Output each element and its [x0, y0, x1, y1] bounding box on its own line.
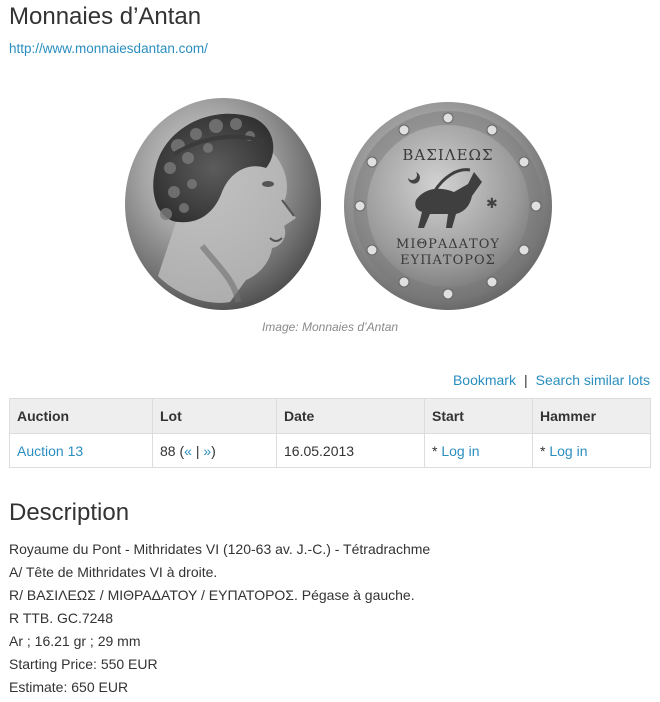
hammer-cell: * Log in [532, 433, 651, 468]
hammer-prefix: * [540, 442, 550, 459]
date-cell: 16.05.2013 [276, 433, 425, 468]
image-caption: Image: Monnaies d’Antan [261, 320, 399, 334]
lot-number: 88 [160, 442, 176, 459]
lot-cell: 88 (« | ») [152, 433, 277, 468]
coin-obverse [125, 98, 321, 310]
bookmark-link[interactable]: Bookmark [453, 372, 516, 388]
search-similar-link[interactable]: Search similar lots [536, 372, 650, 388]
page-title: Monnaies d’Antan [9, 3, 202, 30]
table-header-row: Auction Lot Date Start Hammer [9, 398, 651, 434]
start-prefix: * [432, 442, 442, 459]
description-line: Ar ; 16.21 gr ; 29 mm [9, 633, 141, 649]
lot-table: Auction Lot Date Start Hammer Auction 13… [9, 398, 651, 468]
description-line: Starting Price: 550 EUR [9, 656, 158, 672]
description-heading: Description [9, 499, 130, 526]
col-lot: Lot [152, 398, 277, 434]
description-line: Royaume du Pont - Mithridates VI (120-63… [9, 541, 431, 557]
lot-nav-separator: | [195, 442, 200, 459]
table-row: Auction 13 88 (« | ») 16.05.2013 * Log i… [9, 433, 651, 468]
description-line: R TTB. GC.7248 [9, 610, 114, 626]
hammer-login-link[interactable]: Log in [549, 443, 587, 459]
website-link[interactable]: http://www.monnaiesdantan.com/ [9, 40, 208, 58]
action-separator: | [523, 372, 528, 388]
start-cell: * Log in [424, 433, 533, 468]
lot-page: Monnaies d’Antan http://www.monnaiesdant… [0, 0, 660, 702]
lot-actions: Bookmark | Search similar lots [453, 371, 650, 389]
svg-text:✱: ✱ [486, 196, 498, 212]
auction-link[interactable]: Auction 13 [17, 443, 83, 459]
col-hammer: Hammer [532, 398, 651, 434]
coin-reverse: ✱ ΒΑΣΙΛΕΩΣ ΜΙΘΡΑΔΑΤΟΥ ΕΥΠΑΤΟΡΟΣ [344, 102, 552, 310]
description-line: R/ ΒΑΣΙΛΕΩΣ / ΜΙΘΡΑΔΑΤΟΥ / ΕΥΠΑΤΟΡΟΣ. Pé… [9, 587, 415, 603]
description-line: Estimate: 650 EUR [9, 679, 129, 695]
reverse-legend-mid: ΜΙΘΡΑΔΑΤΟΥ [396, 237, 500, 252]
next-lot-link[interactable]: » [203, 443, 211, 459]
description-body: Royaume du Pont - Mithridates VI (120-63… [9, 538, 430, 699]
previous-lot-link[interactable]: « [184, 443, 192, 459]
reverse-legend-top: ΒΑΣΙΛΕΩΣ [402, 146, 493, 164]
col-start: Start [424, 398, 533, 434]
description-line: A/ Tête de Mithridates VI à droite. [9, 564, 218, 580]
coin-image: ✱ ΒΑΣΙΛΕΩΣ ΜΙΘΡΑΔΑΤΟΥ ΕΥΠΑΤΟΡΟΣ [125, 98, 552, 310]
reverse-legend-bottom: ΕΥΠΑΤΟΡΟΣ [400, 253, 496, 268]
start-login-link[interactable]: Log in [441, 443, 479, 459]
col-date: Date [276, 398, 425, 434]
auction-cell: Auction 13 [9, 433, 153, 468]
col-auction: Auction [9, 398, 153, 434]
